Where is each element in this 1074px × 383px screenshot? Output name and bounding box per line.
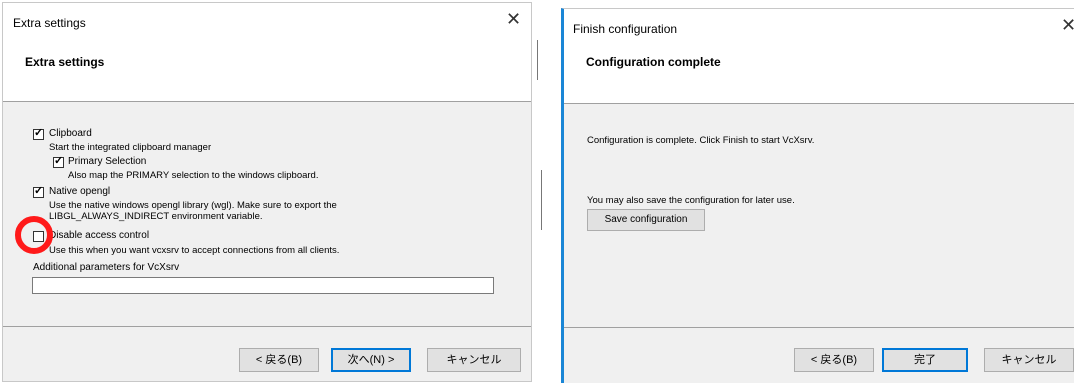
footer-divider (3, 326, 531, 327)
native-opengl-description: Use the native windows opengl library (w… (49, 200, 337, 211)
cancel-button[interactable]: キャンセル (427, 348, 521, 372)
native-opengl-description-2: LIBGL_ALWAYS_INDIRECT environment variab… (49, 211, 263, 222)
checkmark-icon: ✓ (34, 185, 44, 197)
checkmark-icon: ✓ (54, 155, 64, 167)
wizard-header: Configuration complete (564, 45, 1074, 104)
next-button[interactable]: 次へ(N) > (331, 348, 411, 372)
title-bar: Finish configuration ✕ (564, 9, 1074, 49)
primary-selection-description: Also map the PRIMARY selection to the wi… (68, 170, 319, 181)
divider-line (537, 40, 538, 80)
primary-selection-checkbox[interactable]: ✓ (53, 155, 64, 168)
complete-message: Configuration is complete. Click Finish … (587, 135, 815, 146)
title-bar: Extra settings ✕ (3, 3, 531, 43)
save-message: You may also save the configuration for … (587, 195, 795, 206)
highlight-circle (15, 216, 53, 254)
extra-settings-dialog: Extra settings ✕ Extra settings ✓ Clipbo… (2, 2, 532, 382)
footer-divider (564, 327, 1074, 328)
finish-button[interactable]: 完了 (882, 348, 968, 372)
clipboard-checkbox[interactable]: ✓ (33, 127, 44, 140)
divider-line (541, 170, 542, 230)
disable-access-control-description: Use this when you want vcxsrv to accept … (49, 245, 340, 256)
wizard-header: Extra settings (3, 43, 531, 102)
cancel-button[interactable]: キャンセル (984, 348, 1074, 372)
finish-configuration-dialog: Finish configuration ✕ Configuration com… (561, 8, 1074, 383)
window-title: Finish configuration (573, 22, 678, 36)
back-button[interactable]: < 戻る(B) (794, 348, 874, 372)
window-title: Extra settings (13, 16, 86, 30)
disable-access-control-label: Disable access control (49, 230, 150, 241)
native-opengl-checkbox[interactable]: ✓ (33, 185, 44, 198)
additional-params-label: Additional parameters for VcXsrv (33, 262, 180, 273)
close-icon[interactable]: ✕ (506, 9, 521, 29)
header-title: Configuration complete (586, 55, 721, 69)
close-icon[interactable]: ✕ (1061, 15, 1074, 35)
back-button[interactable]: < 戻る(B) (239, 348, 319, 372)
clipboard-label: Clipboard (49, 128, 92, 139)
additional-params-input[interactable] (32, 277, 494, 294)
checkmark-icon: ✓ (34, 127, 44, 139)
save-configuration-button[interactable]: Save configuration (587, 209, 705, 231)
native-opengl-label: Native opengl (49, 186, 111, 197)
primary-selection-label: Primary Selection (68, 156, 147, 167)
clipboard-description: Start the integrated clipboard manager (49, 142, 212, 153)
header-title: Extra settings (25, 55, 105, 69)
